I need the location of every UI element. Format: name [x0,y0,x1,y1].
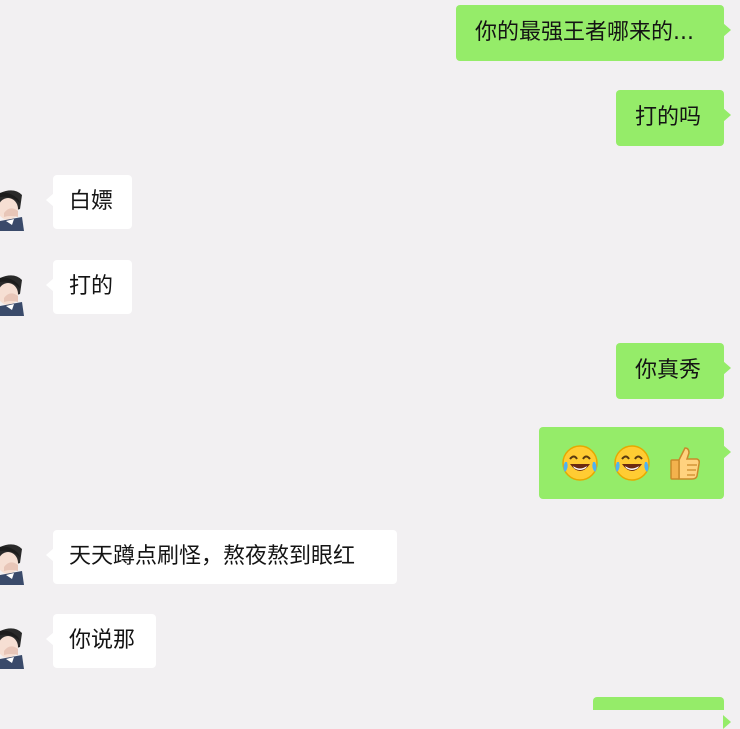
message-text: 天天蹲点刷怪，熬夜熬到眼红 [69,544,356,569]
incoming-message-bubble[interactable]: 天天蹲点刷怪，熬夜熬到眼红 [46,530,397,584]
outgoing-message-bubble-partial[interactable] [593,697,731,729]
contact-avatar[interactable] [0,625,26,669]
emoji-row [561,444,703,482]
contact-avatar[interactable] [0,187,26,231]
outgoing-message-bubble[interactable]: 你的最强王者哪来的... [456,5,731,61]
crying-laughing-face-icon [562,445,598,481]
outgoing-message-bubble[interactable]: 你真秀 [616,343,731,399]
message-text: 你真秀 [635,358,702,383]
contact-avatar[interactable] [0,541,26,585]
chat-view: 你的最强王者哪来的... 打的吗 白嫖 打的 你真秀 天天蹲点刷怪，熬夜熬到眼红… [0,0,740,729]
outgoing-message-bubble[interactable]: 打的吗 [616,90,731,146]
incoming-message-bubble[interactable]: 打的 [46,260,132,314]
message-text: 打的 [69,274,114,299]
message-text: 白嫖 [69,189,114,214]
thumbs-up-icon [670,447,700,480]
crying-laughing-face-icon [614,445,650,481]
incoming-message-bubble[interactable]: 白嫖 [46,175,132,229]
contact-avatar[interactable] [0,272,26,316]
message-text: 你说那 [69,628,136,653]
message-text: 打的吗 [635,105,702,130]
message-text: 你的最强王者哪来的... [475,20,694,45]
incoming-message-bubble[interactable]: 你说那 [46,614,156,668]
outgoing-emoji-message-bubble[interactable] [539,427,731,499]
